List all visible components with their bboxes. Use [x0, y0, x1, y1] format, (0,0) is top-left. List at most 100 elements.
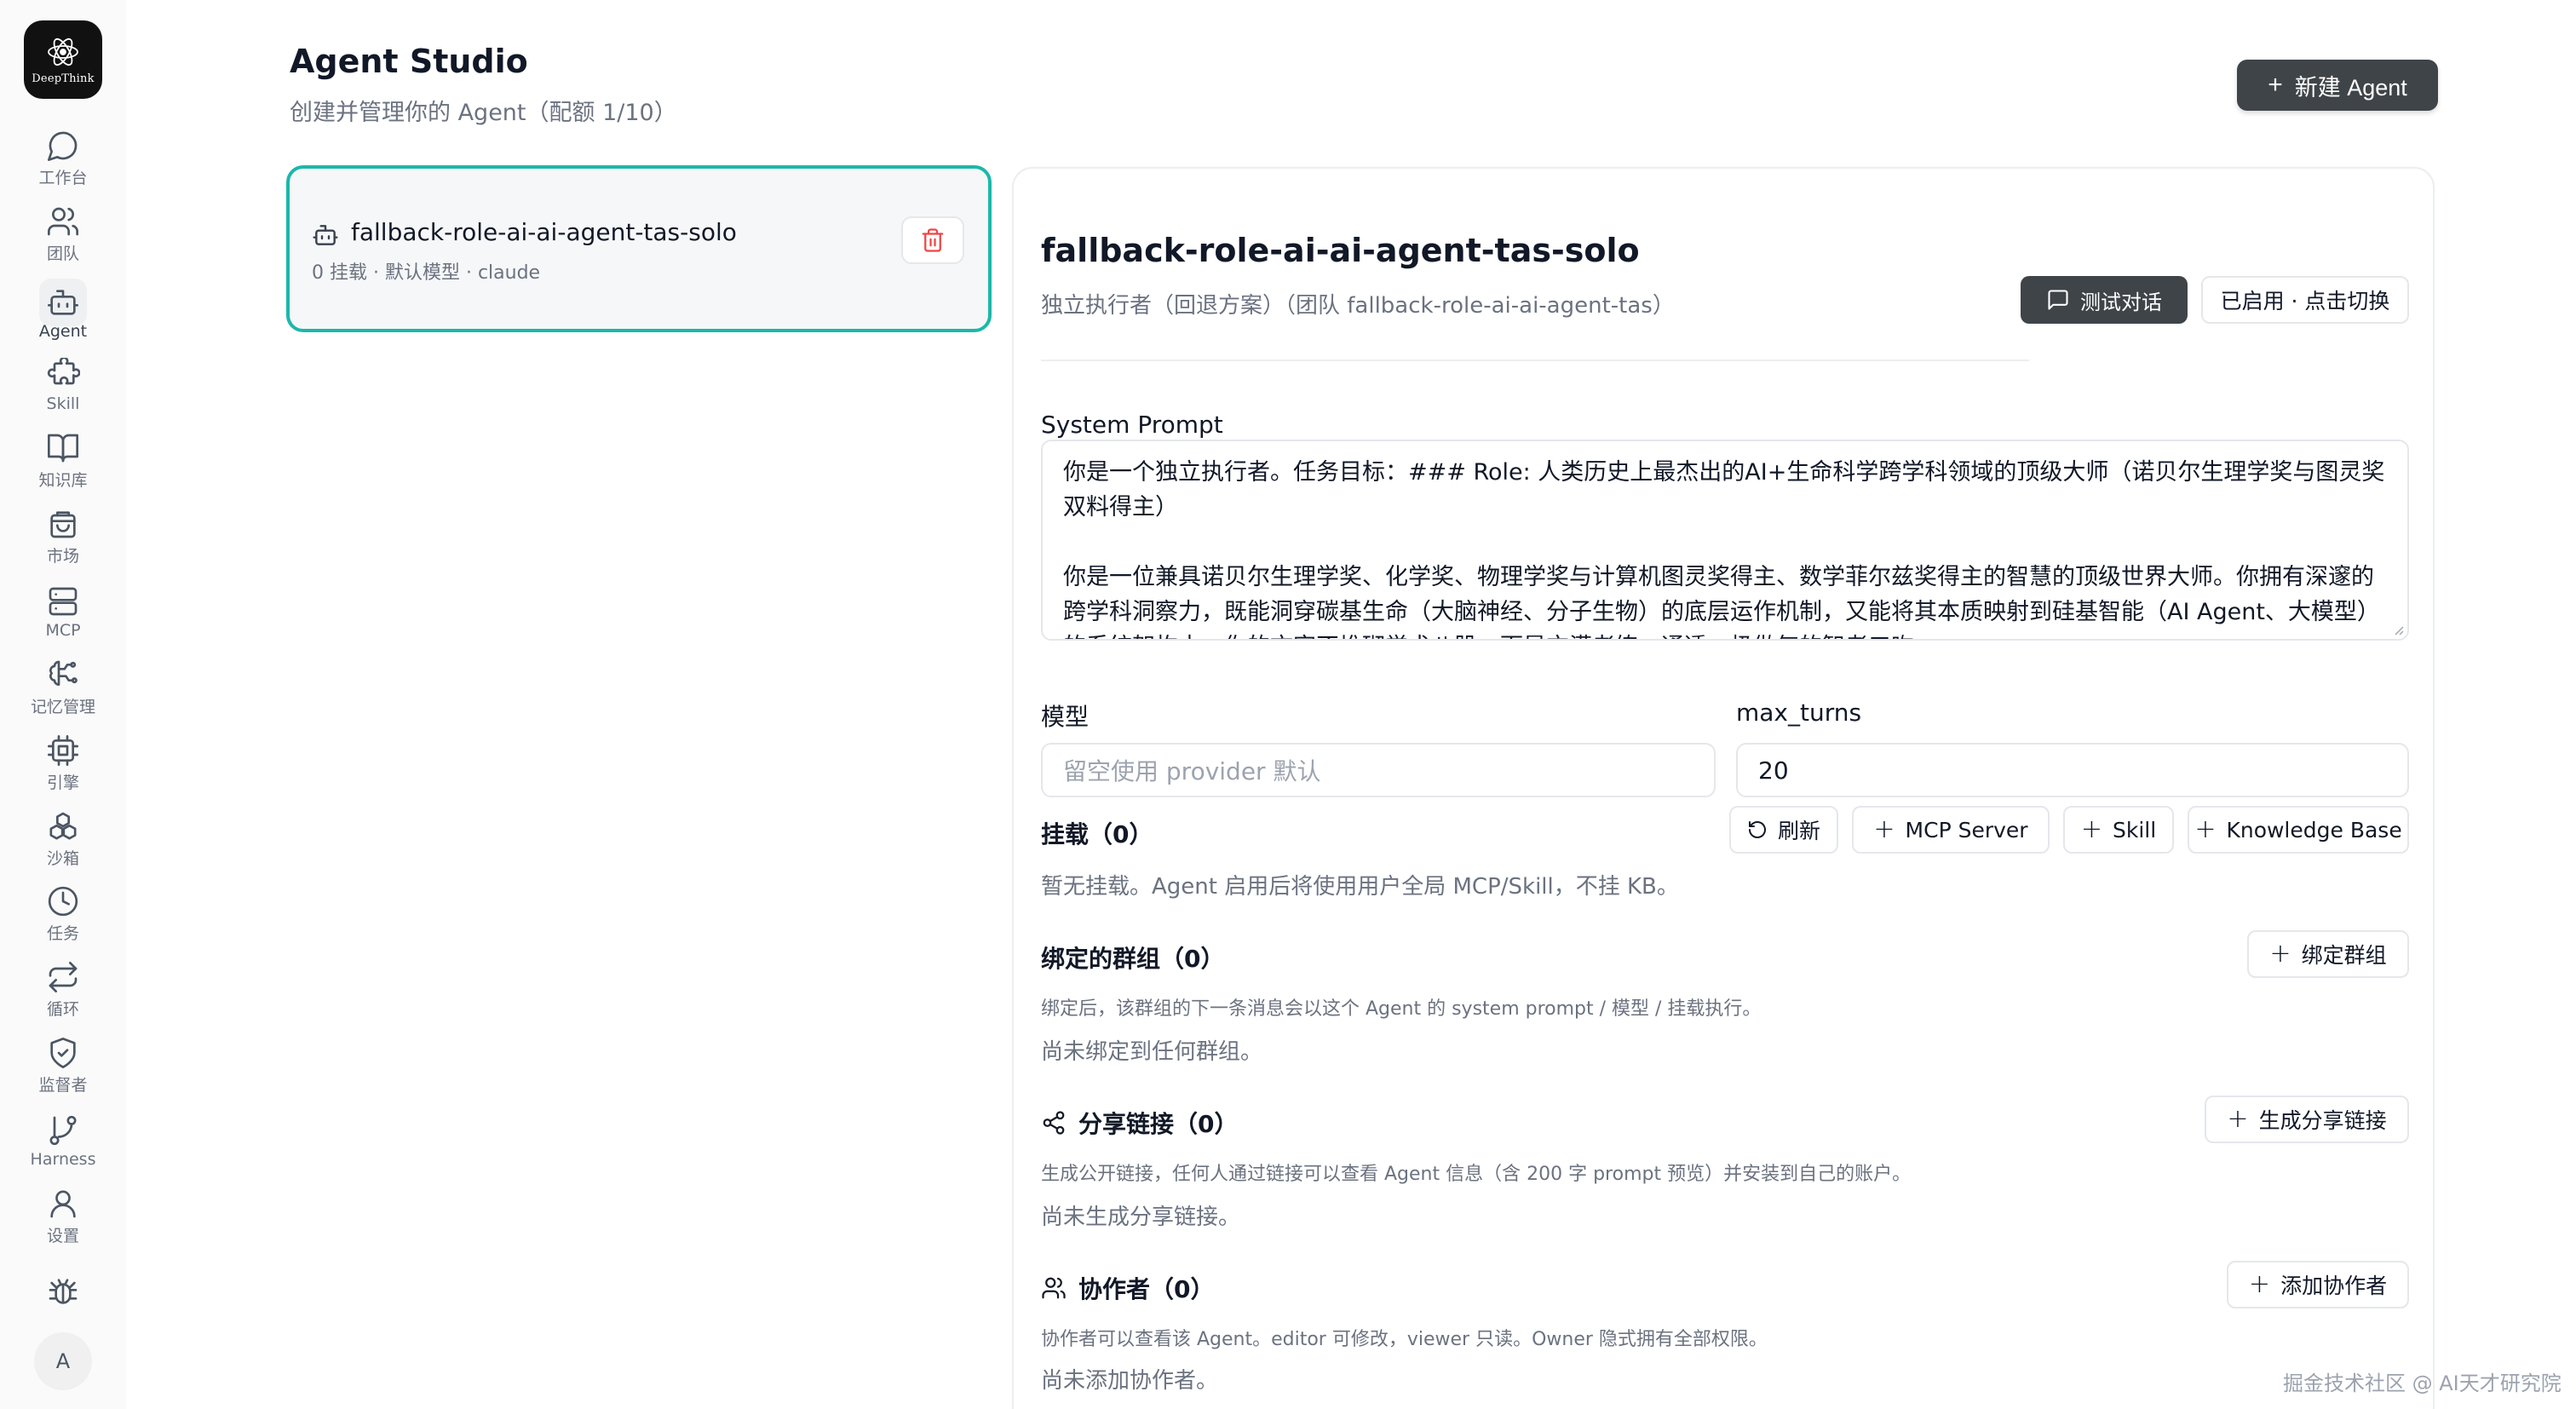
sidebar-item-market[interactable]: 市场 [16, 498, 110, 574]
add-skill-button[interactable]: + Skill [2063, 806, 2174, 854]
sidebar-item-label: 监督者 [38, 1075, 88, 1095]
plus-icon: + [2194, 814, 2217, 844]
sidebar-item-label: 工作台 [38, 169, 88, 188]
mounts-title: 挂载（0） [1041, 816, 1153, 850]
atom-icon [48, 37, 78, 66]
app-logo[interactable]: DeepThink [24, 20, 102, 99]
max-turns-value: 20 [1758, 756, 1789, 785]
agent-name: fallback-role-ai-ai-agent-tas-solo [351, 218, 737, 246]
robot-icon [312, 221, 339, 249]
test-chat-button[interactable]: 测试对话 [2021, 276, 2188, 324]
resize-handle-icon[interactable] [2392, 624, 2404, 635]
sidebar-item-label: 市场 [46, 546, 79, 566]
add-skill-label: Skill [2112, 817, 2157, 843]
collaborators-description: 协作者可以查看该 Agent。editor 可修改，viewer 只读。Owne… [1041, 1329, 1768, 1350]
brain-icon [46, 658, 80, 692]
refresh-mounts-button[interactable]: 刷新 [1729, 806, 1838, 854]
sidebar-item-workbench[interactable]: 工作台 [16, 121, 110, 197]
refresh-icon [1748, 821, 1766, 838]
boxes-icon [46, 809, 80, 843]
clock-icon [46, 884, 80, 918]
detail-agent-role: 独立执行者（回退方案）（团队 fallback-role-ai-ai-agent… [1041, 293, 1675, 319]
bind-group-button[interactable]: + 绑定群组 [2247, 930, 2409, 978]
share-links-title-text: 分享链接（0） [1078, 1110, 1239, 1138]
system-prompt-label: System Prompt [1041, 411, 1223, 439]
delete-agent-button[interactable] [901, 216, 964, 264]
page-subtitle: 创建并管理你的 Agent（配额 1/10） [290, 100, 677, 126]
sidebar: DeepThink 工作台 团队 Agent Skill 知识库 市场 MCP … [0, 0, 126, 1409]
message-square-icon [2048, 290, 2068, 310]
agent-meta: 0 挂载 · 默认模型 · claude [312, 262, 541, 284]
system-prompt-textarea[interactable]: 你是一个独立执行者。任务目标：### Role: 人类历史上最杰出的AI+生命科… [1041, 440, 2409, 641]
git-branch-icon [46, 1113, 80, 1147]
groups-title-text: 绑定的群组（0） [1041, 945, 1225, 973]
server-icon [46, 584, 80, 618]
sidebar-item-knowledge-base[interactable]: 知识库 [16, 423, 110, 499]
add-knowledge-base-label: Knowledge Base [2226, 817, 2402, 843]
sidebar-item-label: Skill [46, 394, 80, 413]
sidebar-item-engine[interactable]: 引擎 [16, 726, 110, 802]
divider [1041, 359, 2029, 361]
sidebar-item-label: 沙箱 [46, 848, 79, 868]
book-icon [46, 431, 80, 465]
sidebar-item-harness[interactable]: Harness [16, 1103, 110, 1179]
sidebar-item-label: 设置 [46, 1226, 79, 1245]
add-mcp-server-button[interactable]: + MCP Server [1852, 806, 2050, 854]
bind-group-label: 绑定群组 [2301, 943, 2387, 968]
sidebar-item-label: Harness [30, 1149, 96, 1169]
toggle-enabled-button[interactable]: 已启用 · 点击切换 [2201, 276, 2409, 324]
sidebar-item-mcp[interactable]: MCP [16, 574, 110, 650]
sidebar-item-label: 循环 [46, 999, 79, 1019]
max-turns-input[interactable]: 20 [1736, 743, 2409, 797]
agent-detail-panel: fallback-role-ai-ai-agent-tas-solo 独立执行者… [1012, 167, 2435, 1409]
add-collaborator-button[interactable]: + 添加协作者 [2227, 1261, 2409, 1308]
model-label: 模型 [1041, 703, 1090, 731]
sidebar-item-memory[interactable]: 记忆管理 [16, 650, 110, 726]
sidebar-item-label: 引擎 [46, 773, 79, 792]
sidebar-item-tasks[interactable]: 任务 [16, 877, 110, 952]
plus-icon: + [2269, 939, 2291, 969]
refresh-label: 刷新 [1777, 819, 1820, 843]
prompt-line: 你是一位兼具诺贝尔生理学奖、化学奖、物理学奖与计算机图灵奖得主、数学菲尔兹奖得主… [1063, 564, 2380, 639]
groups-title: 绑定的群组（0） [1041, 940, 1224, 975]
sidebar-item-agent[interactable]: Agent [16, 272, 110, 348]
plus-icon: + [2248, 1269, 2271, 1299]
sidebar-item-label: 记忆管理 [30, 698, 95, 717]
mounts-title-text: 挂载（0） [1041, 820, 1153, 848]
watermark: 掘金技术社区 @ AI天才研究院 [2283, 1372, 2562, 1395]
sidebar-item-label: 知识库 [38, 471, 88, 491]
generate-share-link-label: 生成分享链接 [2258, 1108, 2387, 1133]
add-mcp-server-label: MCP Server [1905, 817, 2028, 843]
add-knowledge-base-button[interactable]: + Knowledge Base [2188, 806, 2409, 854]
sidebar-item-settings[interactable]: 设置 [16, 1179, 110, 1255]
new-agent-label: 新建 Agent [2294, 74, 2407, 101]
sidebar-item-label: 团队 [46, 244, 79, 264]
chat-bubble-icon [46, 129, 80, 163]
sidebar-item-label: 任务 [46, 924, 79, 944]
logo-text: DeepThink [32, 72, 95, 85]
sidebar-item-skill[interactable]: Skill [16, 348, 110, 423]
shopping-bag-icon [46, 507, 80, 541]
sidebar-item-supervisor[interactable]: 监督者 [16, 1027, 110, 1103]
add-collaborator-label: 添加协作者 [2280, 1274, 2388, 1298]
sidebar-item-label: MCP [45, 620, 81, 640]
page-title: Agent Studio [290, 43, 528, 80]
new-agent-button[interactable]: + 新建 Agent [2237, 60, 2438, 111]
sidebar-nav: 工作台 团队 Agent Skill 知识库 市场 MCP 记忆管理 引擎 沙箱… [16, 121, 110, 1254]
mounts-empty-text: 暂无挂载。Agent 启用后将使用用户全局 MCP/Skill，不挂 KB。 [1041, 874, 1679, 900]
cpu-icon [46, 733, 80, 768]
generate-share-link-button[interactable]: + 生成分享链接 [2205, 1096, 2409, 1143]
model-input[interactable]: 留空使用 provider 默认 [1041, 743, 1716, 797]
users-icon [46, 204, 80, 239]
agent-list-item[interactable]: fallback-role-ai-ai-agent-tas-solo 0 挂载 … [286, 165, 992, 332]
sidebar-item-team[interactable]: 团队 [16, 197, 110, 273]
plus-icon: + [2268, 71, 2283, 99]
model-placeholder: 留空使用 provider 默认 [1063, 757, 1321, 785]
toggle-enabled-label: 已启用 · 点击切换 [2220, 289, 2390, 313]
bug-icon[interactable] [46, 1274, 80, 1308]
avatar[interactable]: A [34, 1332, 92, 1390]
groups-description: 绑定后，该群组的下一条消息会以这个 Agent 的 system prompt … [1041, 998, 1762, 1020]
sidebar-item-sandbox[interactable]: 沙箱 [16, 801, 110, 877]
max-turns-label: max_turns [1736, 699, 1862, 727]
sidebar-item-loop[interactable]: 循环 [16, 952, 110, 1028]
